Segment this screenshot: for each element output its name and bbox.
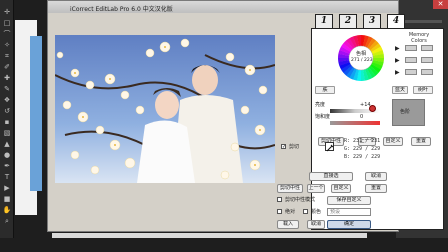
saturation-value: 0 (360, 114, 364, 120)
path-select-icon[interactable]: ▶ (2, 184, 12, 193)
crop-icon[interactable]: ⌗ (2, 52, 12, 61)
editlab-dialog: iCorrect EditLab Pro 6.0 中文汉化版 1 2 3 4 色… (47, 0, 444, 232)
reset-button[interactable]: 重置 (411, 137, 431, 146)
blur-icon[interactable]: ▲ (2, 140, 12, 149)
tab-1[interactable]: 1 (315, 14, 333, 28)
clip-checkbox-label: 剪切 (289, 144, 300, 150)
preview-label: 色阶 (400, 109, 411, 115)
memory-swatch[interactable] (405, 69, 417, 75)
saturation-slider[interactable] (330, 121, 380, 125)
clip-neutral-button-2[interactable]: 剪切中性 (277, 184, 303, 193)
arrow-right-icon[interactable]: ▶ (395, 56, 400, 65)
previous-button-2[interactable]: 上一个 (307, 184, 325, 193)
tab-2[interactable]: 2 (339, 14, 357, 28)
arrow-right-icon[interactable]: ▶ (395, 68, 400, 77)
cancel-button[interactable]: 取消 (307, 220, 325, 229)
color-picker-handle[interactable] (369, 105, 376, 112)
hand-icon[interactable]: ✋ (2, 206, 12, 215)
wheel-center-label: 色相 (356, 51, 367, 57)
photoshop-status-bar (0, 238, 448, 252)
cancel-select-button[interactable]: 取消 (365, 172, 387, 181)
foliage-button[interactable]: 树叶 (413, 86, 433, 94)
photoshop-toolbar: ✛ □ ⌒ ✧ ⌗ ✐ ✚ ✎ ❖ ↺ ▪ ▧ ▲ ● ✒ T ▶ ■ ✋ ⌕ (0, 0, 14, 252)
rgb-readout-g: G: 229 / 229 (344, 146, 381, 152)
relative-label: 绝对 (285, 209, 296, 215)
wedding-photo (55, 35, 275, 183)
custom-button[interactable]: 自定义 (383, 137, 403, 146)
rgb-readout-r: R: 231 / 231 (344, 138, 381, 144)
direct-select-button[interactable]: 直接选 (309, 172, 353, 181)
clip-mode-label: 剪切中性模式 (285, 197, 316, 203)
lasso-icon[interactable]: ⌒ (2, 30, 12, 39)
rgb-readout-b: B: 229 / 229 (344, 154, 381, 160)
memory-colors-label: Memory Colors (408, 32, 430, 44)
preset-input[interactable]: 预设 (327, 208, 371, 216)
memory-swatch[interactable] (405, 45, 417, 51)
reset-button-2[interactable]: 重置 (365, 184, 387, 193)
shape-icon[interactable]: ■ (2, 195, 12, 204)
magic-wand-icon[interactable]: ✧ (2, 41, 12, 50)
stamp-icon[interactable]: ❖ (2, 96, 12, 105)
relative-checkbox[interactable] (277, 209, 282, 214)
memory-color-row: ▶ (395, 44, 437, 53)
sky-button[interactable]: 蓝天 (392, 86, 408, 94)
eyedropper-icon[interactable] (325, 142, 334, 152)
ok-button[interactable]: 确定 (327, 220, 371, 229)
eyedropper-icon[interactable]: ✐ (2, 63, 12, 72)
memory-swatch[interactable] (405, 57, 417, 63)
absolute-checkbox[interactable] (303, 209, 308, 214)
arrow-right-icon[interactable]: ▶ (395, 44, 400, 53)
dialog-title: iCorrect EditLab Pro 6.0 中文汉化版 (70, 6, 173, 13)
load-button[interactable]: 载入 (277, 220, 299, 229)
memory-swatch[interactable] (421, 57, 433, 63)
memory-swatch[interactable] (421, 45, 433, 51)
memory-swatch[interactable] (421, 69, 433, 75)
type-icon[interactable]: T (2, 173, 12, 182)
healing-icon[interactable]: ✚ (2, 74, 12, 83)
background-document-edge (30, 36, 42, 191)
photoshop-close-button[interactable]: ✕ (433, 0, 448, 9)
saturation-label: 饱和度 (315, 114, 331, 120)
brush-icon[interactable]: ✎ (2, 85, 12, 94)
dialog-titlebar[interactable]: iCorrect EditLab Pro 6.0 中文汉化版 (48, 1, 398, 13)
dodge-icon[interactable]: ● (2, 151, 12, 160)
memory-color-row: ▶ (395, 56, 437, 65)
memory-color-row: ▶ (395, 68, 437, 77)
zoom-icon[interactable]: ⌕ (2, 217, 12, 226)
history-brush-icon[interactable]: ↺ (2, 107, 12, 116)
hue-color-wheel[interactable]: 色相 271 / 223 (337, 34, 385, 82)
clip-checkbox[interactable]: ✓ (281, 144, 286, 150)
marquee-icon[interactable]: □ (2, 19, 12, 28)
move-icon[interactable]: ✛ (2, 8, 12, 17)
save-custom-button[interactable]: 保存自定义 (327, 196, 371, 205)
custom-button-2[interactable]: 自定义 (331, 184, 351, 193)
pen-icon[interactable]: ✒ (2, 162, 12, 171)
clip-mode-checkbox[interactable] (277, 197, 282, 202)
brightness-label: 亮度 (315, 102, 326, 108)
tab-4[interactable]: 4 (387, 14, 405, 28)
wheel-center-value: 271 / 223 (351, 58, 373, 63)
skin-button[interactable]: 肤 (315, 86, 335, 94)
eraser-icon[interactable]: ▪ (2, 118, 12, 127)
tab-3[interactable]: 3 (363, 14, 381, 28)
absolute-label: 颜色 (311, 209, 322, 215)
image-preview[interactable] (55, 35, 275, 183)
gradient-icon[interactable]: ▧ (2, 129, 12, 138)
